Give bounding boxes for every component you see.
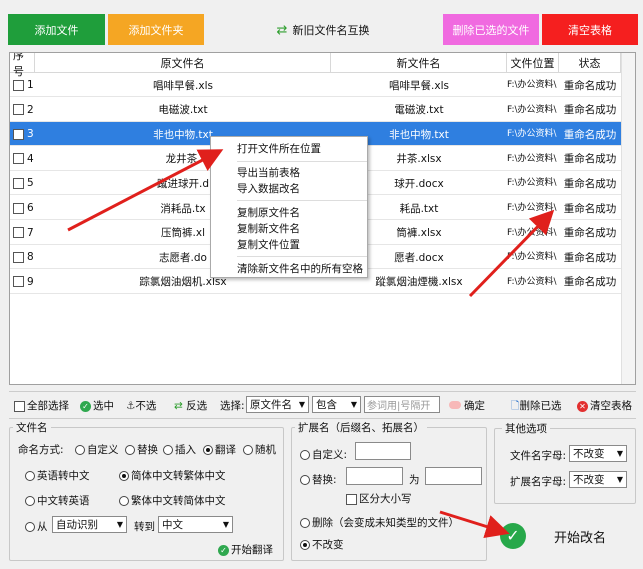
annotation-arrows	[67, 149, 555, 539]
arrow-to-status	[468, 209, 555, 298]
arrow-to-start-rename	[439, 510, 510, 539]
arrow-to-context-menu	[67, 149, 224, 232]
